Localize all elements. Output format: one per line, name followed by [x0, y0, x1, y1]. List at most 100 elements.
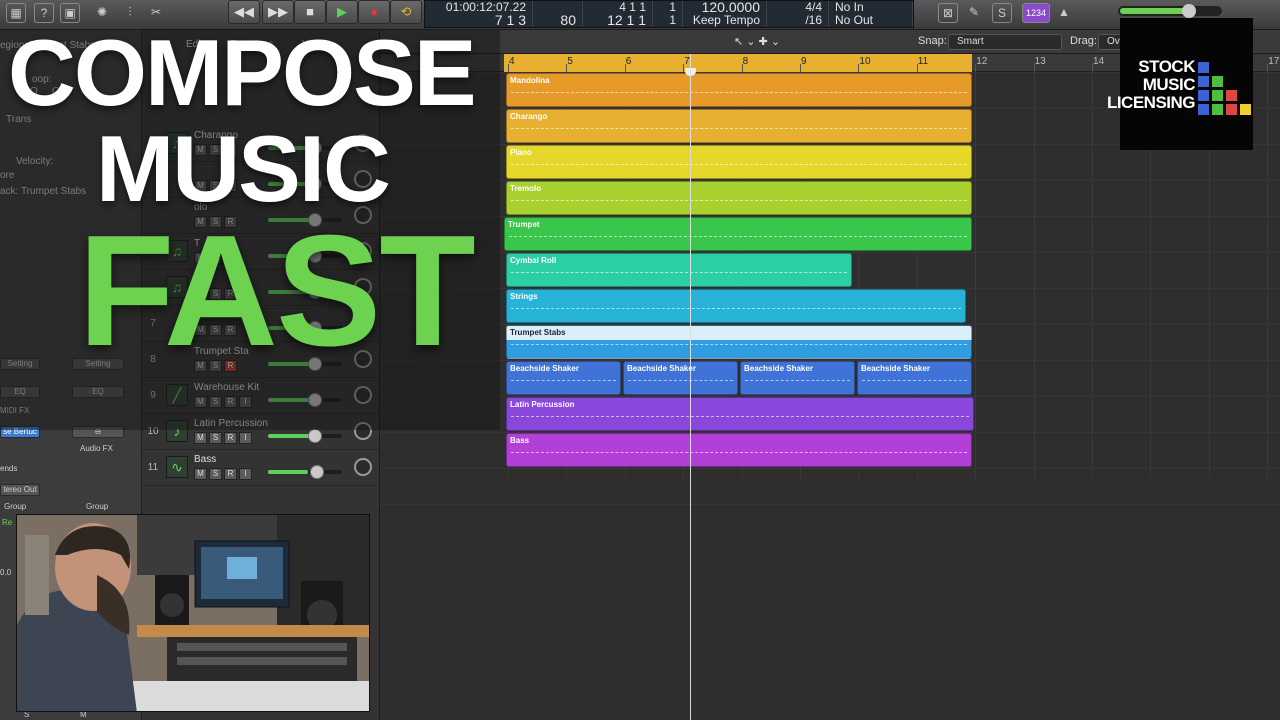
region-name: Beachside Shaker: [744, 364, 813, 373]
logic-pro-window: ▦ ? ▣ ✺ ⫶ ✂ ◀◀ ▶▶ ■ ▶ ● ⟲ 01:00:12:07.22…: [0, 0, 1280, 720]
ruler-tick: [1267, 64, 1269, 72]
input-monitor-button[interactable]: I: [239, 432, 252, 444]
midi-notes: [511, 380, 616, 388]
record-enable-button[interactable]: R: [224, 432, 237, 444]
metronome-icon[interactable]: ▲: [1054, 3, 1074, 23]
region[interactable]: Trumpet: [504, 217, 972, 251]
region-name: Latin Percussion: [510, 400, 575, 409]
region-name: Beachside Shaker: [861, 364, 930, 373]
region[interactable]: Latin Percussion: [506, 397, 974, 431]
bar-number: 12: [976, 56, 988, 67]
headline-line-3: FAST: [78, 203, 476, 379]
region[interactable]: Beachside Shaker: [857, 361, 972, 395]
input-monitor-button[interactable]: I: [239, 468, 252, 480]
bar-gridline: [1267, 72, 1269, 478]
bar-number: 9: [801, 56, 807, 67]
bar-number: 7: [684, 56, 690, 67]
ruler-tick: [916, 64, 918, 72]
region-name: Tremolo: [510, 184, 542, 193]
region[interactable]: Cymbal Roll: [506, 253, 852, 287]
region[interactable]: Beachside Shaker: [506, 361, 621, 395]
bar-number: 4: [509, 56, 515, 67]
track-name[interactable]: Bass: [194, 454, 216, 465]
region-name: Trumpet Stabs: [510, 328, 566, 337]
region-grid[interactable]: Mandolina Charango Piano Tremolo Trumpet Cymb…: [380, 72, 1280, 720]
region[interactable]: Trumpet Stabs: [506, 325, 972, 359]
mode-icon[interactable]: ⊠: [938, 3, 958, 23]
track-buttons: MSRI: [194, 468, 252, 480]
bar-number: 10: [859, 56, 871, 67]
region[interactable]: Piano: [506, 145, 972, 179]
region-name: Strings: [510, 292, 538, 301]
snap-select[interactable]: Smart: [948, 34, 1062, 50]
mute-button[interactable]: M: [194, 468, 207, 480]
waveform-icon: ∿: [166, 456, 188, 478]
group-label-b[interactable]: Group: [86, 502, 108, 511]
tempo-mode[interactable]: Keep Tempo: [689, 14, 760, 27]
count-in-button[interactable]: 1234: [1022, 3, 1050, 23]
lcd-display: 01:00:12:07.22 7 1 3 80 4 1 1 12 1 1 1 1…: [424, 0, 914, 28]
track-header-row[interactable]: 11 ∿ Bass M S R I: [142, 450, 380, 486]
drag-label: Drag:: [1070, 35, 1097, 47]
ruler-tick: [858, 64, 860, 72]
bar-number: 17: [1268, 56, 1280, 67]
bar-gridline: [975, 72, 977, 478]
region[interactable]: Beachside Shaker: [623, 361, 738, 395]
midi-notes: [511, 200, 967, 208]
region-name: Charango: [510, 112, 548, 121]
midi-notes: [511, 416, 969, 424]
bar-number: 6: [625, 56, 632, 67]
presenter-webcam-image: [16, 514, 370, 712]
pan-knob[interactable]: [354, 458, 372, 476]
region[interactable]: Charango: [506, 109, 972, 143]
ruler-tick: [1033, 64, 1035, 72]
ruler-tick: [624, 64, 626, 72]
division[interactable]: /16: [773, 14, 822, 27]
bar-number: 11: [917, 56, 929, 67]
midi-notes: [511, 164, 967, 172]
midi-notes: [511, 344, 967, 352]
track-lane-divider: [380, 504, 1280, 505]
playhead[interactable]: [690, 54, 691, 720]
sends-label[interactable]: ends: [0, 464, 17, 473]
region[interactable]: Tremolo: [506, 181, 972, 215]
master-volume-slider[interactable]: [1118, 4, 1222, 18]
output-button[interactable]: tereo Out: [0, 484, 40, 496]
mute-button[interactable]: M: [194, 432, 207, 444]
midi-out: No Out: [835, 13, 874, 27]
lcd-div: 12 1 1: [607, 12, 646, 28]
ruler-tick: [741, 64, 743, 72]
midi-notes: [745, 380, 850, 388]
read-label[interactable]: Re: [2, 518, 12, 527]
region-name: Beachside Shaker: [510, 364, 579, 373]
region[interactable]: Mandolina: [506, 73, 972, 107]
studio-scene: [17, 515, 369, 711]
logo-line-2: MUSIC: [1142, 75, 1196, 94]
solo-icon[interactable]: S: [992, 3, 1012, 23]
midi-notes: [511, 272, 847, 280]
region-name: Mandolina: [510, 76, 550, 85]
solo-button[interactable]: S: [209, 432, 222, 444]
track-lane-divider: [380, 468, 1280, 469]
bar-gridline: [1092, 72, 1093, 478]
record-enable-button[interactable]: R: [224, 468, 237, 480]
cycle-region[interactable]: [504, 54, 972, 72]
region-name: Beachside Shaker: [627, 364, 696, 373]
ruler-tick: [800, 64, 801, 72]
solo-button[interactable]: S: [209, 468, 222, 480]
midi-notes: [511, 452, 967, 460]
ruler-tick: [1092, 64, 1093, 72]
pointer-tool-icon[interactable]: ↖ ⌄ ✚ ⌄: [734, 35, 780, 48]
group-label-a[interactable]: Group: [4, 502, 26, 511]
region[interactable]: Bass: [506, 433, 972, 467]
pencil-icon[interactable]: ✎: [964, 3, 984, 23]
midi-notes: [862, 380, 967, 388]
volume-fader[interactable]: [268, 429, 342, 443]
bar-number: 14: [1093, 56, 1105, 67]
region[interactable]: Beachside Shaker: [740, 361, 855, 395]
midi-notes: [511, 128, 967, 136]
audio-fx-label[interactable]: Audio FX: [80, 444, 113, 453]
lcd-tempo-small: 80: [560, 12, 576, 28]
region[interactable]: Strings: [506, 289, 966, 323]
volume-fader[interactable]: [268, 465, 342, 479]
